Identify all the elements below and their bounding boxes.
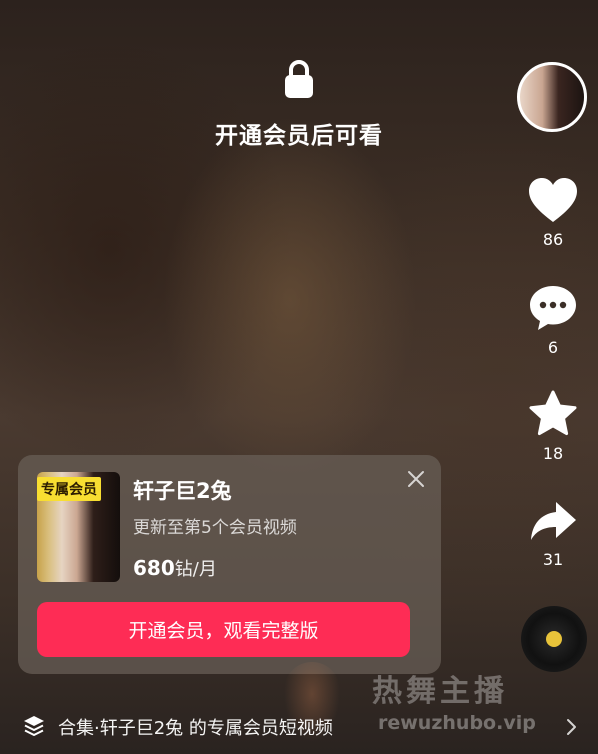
collection-label: 合集·轩子巨2兔 的专属会员短视频 bbox=[58, 718, 333, 739]
comment-button[interactable]: 6 bbox=[520, 284, 586, 357]
layers-icon bbox=[22, 714, 46, 738]
heart-icon bbox=[529, 178, 577, 222]
share-button[interactable]: 31 bbox=[520, 500, 586, 569]
exclusive-member-badge: 专属会员 bbox=[37, 477, 101, 501]
chevron-right-icon bbox=[565, 717, 579, 737]
share-arrow-icon bbox=[531, 502, 576, 540]
lock-icon bbox=[282, 58, 316, 100]
star-icon bbox=[529, 390, 577, 436]
member-subtitle: 更新至第5个会员视频 bbox=[133, 518, 297, 538]
comment-icon bbox=[530, 286, 576, 330]
creator-avatar[interactable] bbox=[517, 62, 587, 132]
like-button[interactable]: 86 bbox=[520, 176, 586, 249]
lock-overlay: 开通会员后可看 bbox=[0, 58, 598, 150]
comment-count: 6 bbox=[547, 338, 559, 357]
member-cover-image[interactable]: 专属会员 bbox=[37, 472, 120, 582]
favorite-count: 18 bbox=[542, 444, 564, 463]
collection-bar[interactable]: 合集·轩子巨2兔 的专属会员短视频 bbox=[0, 703, 598, 751]
close-icon[interactable] bbox=[406, 469, 426, 489]
share-count: 31 bbox=[542, 550, 564, 569]
member-card: 专属会员 轩子巨2兔 更新至第5个会员视频 680钻/月 开通会员，观看完整版 bbox=[18, 455, 441, 674]
lock-message: 开通会员后可看 bbox=[215, 123, 383, 149]
price-value: 680 bbox=[133, 556, 175, 580]
like-count: 86 bbox=[542, 230, 564, 249]
member-price: 680钻/月 bbox=[133, 555, 217, 581]
member-title: 轩子巨2兔 bbox=[133, 479, 232, 503]
join-membership-button[interactable]: 开通会员，观看完整版 bbox=[37, 602, 410, 657]
price-unit: 钻/月 bbox=[174, 559, 217, 580]
favorite-button[interactable]: 18 bbox=[520, 390, 586, 463]
disc-center-dot bbox=[546, 631, 562, 647]
music-disc[interactable] bbox=[521, 606, 587, 672]
